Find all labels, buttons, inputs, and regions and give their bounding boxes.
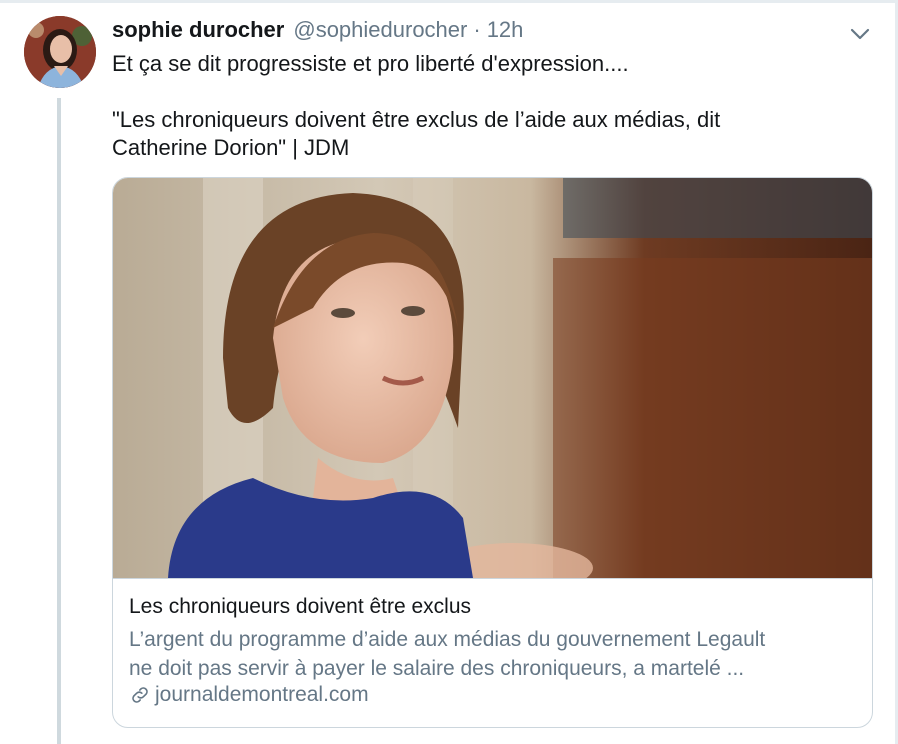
chevron-down-icon[interactable]	[849, 26, 871, 42]
separator-dot: ·	[473, 17, 481, 42]
tweet-text-line: "Les chroniqueurs doivent être exclus de…	[112, 107, 721, 132]
thread-line	[57, 98, 61, 744]
avatar-photo	[24, 16, 96, 88]
author-name[interactable]: sophie durocher	[112, 17, 284, 43]
card-description-line: ne doit pas servir à payer le salaire de…	[129, 657, 745, 680]
frame-top-border	[0, 0, 898, 3]
tweet-text-line: Catherine Dorion" | JDM	[112, 135, 350, 160]
timestamp[interactable]: 12h	[487, 17, 524, 43]
card-description: L’argent du programme d’aide aux médias …	[129, 625, 864, 683]
author-handle[interactable]: @sophiedurocher	[293, 17, 467, 43]
tweet-text-line: Et ça se dit progressiste et pro liberté…	[112, 51, 629, 76]
card-domain-text: journaldemontreal.com	[155, 683, 369, 706]
card-description-line: L’argent du programme d’aide aux médias …	[129, 628, 766, 651]
tweet-text: Et ça se dit progressiste et pro liberté…	[112, 50, 852, 162]
card-domain[interactable]: journaldemontreal.com	[129, 683, 369, 707]
tweet-header: sophie durocher @sophiedurocher · 12h	[112, 17, 523, 47]
card-title[interactable]: Les chroniqueurs doivent être exclus	[129, 595, 471, 619]
avatar[interactable]	[24, 16, 96, 88]
link-icon	[132, 687, 148, 703]
card-image[interactable]	[113, 178, 872, 579]
link-preview-card[interactable]: Les chroniqueurs doivent être exclus L’a…	[112, 177, 873, 728]
